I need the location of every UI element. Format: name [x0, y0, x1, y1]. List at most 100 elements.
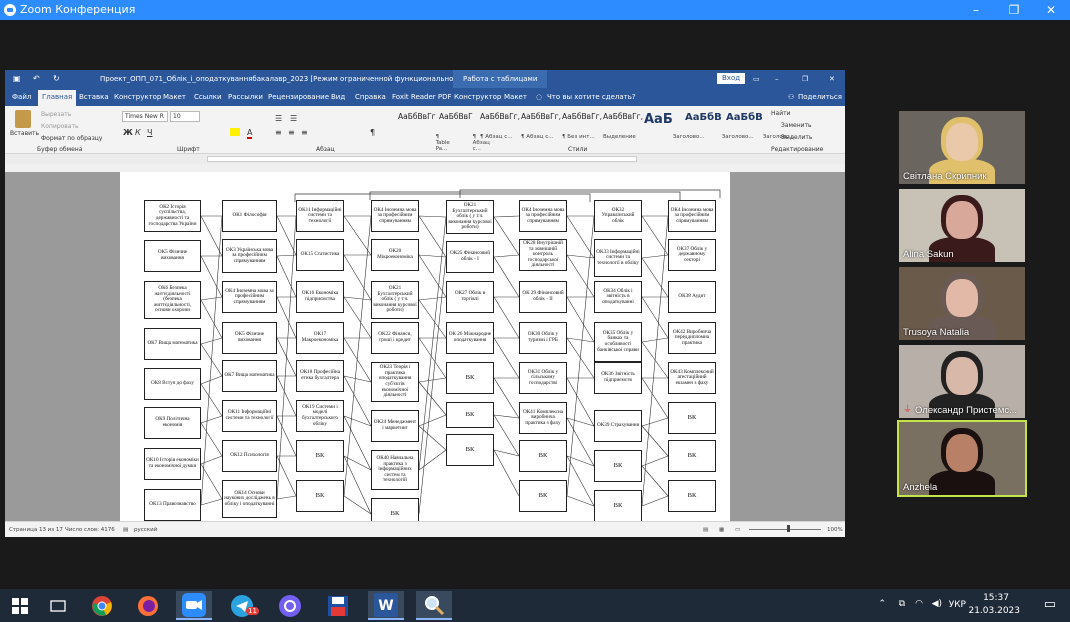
tab-file[interactable]: Файл — [12, 93, 31, 101]
diagram-box[interactable]: ОК16 Економіка підприємства — [296, 281, 344, 313]
diagram-box[interactable]: ОК42 Виробнича переддипломна практика — [668, 322, 716, 354]
network-icon[interactable]: ⧉ — [899, 599, 905, 609]
diagram-box[interactable]: ОК8 Вступ до фаху — [144, 368, 201, 400]
tab-mailings[interactable]: Рассылки — [228, 93, 263, 101]
tell-me-input[interactable]: Что вы хотите сделать? — [547, 93, 636, 101]
clipboard-icon[interactable] — [15, 110, 31, 128]
style-gallery-item[interactable]: АаБбВвГг, ¶ Абзац с... — [480, 112, 520, 142]
diagram-box[interactable]: ОК4 Іноземна мова за професійним спрямув… — [371, 200, 419, 232]
wifi-icon[interactable]: ◠ — [915, 599, 923, 609]
align-center-icon[interactable]: ≡ — [288, 128, 295, 137]
diagram-box[interactable]: ОК7 Вища математика — [144, 328, 201, 360]
diagram-box[interactable]: ОК32 Управлінський облік — [594, 200, 642, 232]
telegram-taskbar-button[interactable]: 11 — [224, 591, 260, 620]
select-button[interactable]: Выделить — [781, 134, 812, 141]
style-gallery-item[interactable]: АаБбВвГ ¶ Абзац с... — [439, 112, 490, 152]
diagram-box[interactable]: ОК4 Іноземна мова за професійним спрямув… — [222, 281, 277, 313]
diagram-box[interactable]: ВК — [446, 434, 494, 466]
diagram-box[interactable]: ОК43 Комплексний атестаційний екзамен з … — [668, 362, 716, 394]
viber-taskbar-button[interactable] — [272, 591, 308, 620]
diagram-box[interactable]: ОК 29 Фінансовий облік - ІІ — [519, 281, 567, 313]
diagram-box[interactable]: ОК31 Облік у сільському господарстві — [519, 362, 567, 394]
clock-date[interactable]: 21.03.2023 — [968, 606, 1020, 616]
diagram-box[interactable]: ОК10 Історія економіки та економічної ду… — [144, 448, 201, 480]
diagram-box[interactable]: ОК12 Психологія — [222, 440, 277, 472]
diagram-box[interactable]: ОК3 Українська мова за професійним спрям… — [222, 239, 277, 273]
word-count[interactable]: Число слов: 4176 — [65, 527, 115, 533]
tab-help[interactable]: Справка — [355, 93, 386, 101]
search-app-taskbar-button[interactable] — [416, 591, 452, 620]
tab-view[interactable]: Вид — [331, 93, 345, 101]
diagram-box[interactable]: ОК21 Бухгалтерський облік ( у т.ч. викон… — [446, 200, 494, 234]
tab-foxit[interactable]: Foxit Reader PDF — [392, 93, 452, 101]
diagram-box[interactable]: ВК — [446, 362, 494, 394]
diagram-box[interactable]: ВК — [446, 402, 494, 428]
diagram-box[interactable]: ОК20 Мікроекономіка — [371, 239, 419, 271]
chrome-taskbar-button[interactable] — [84, 591, 120, 620]
diagram-box[interactable]: ОК2 Історія суспільства, державності та … — [144, 200, 201, 232]
diagram-box[interactable]: ВК — [519, 480, 567, 512]
undo-icon[interactable]: ↶ — [33, 70, 40, 88]
pilcrow-icon[interactable]: ¶ — [370, 128, 375, 137]
diagram-box[interactable]: ОК15 Статистика — [296, 239, 344, 271]
font-color-icon[interactable]: А — [247, 128, 253, 139]
diagram-box[interactable]: ВК — [594, 490, 642, 521]
participant-tile[interactable]: Alina Sakun — [899, 189, 1025, 262]
zoom-slider[interactable] — [749, 529, 821, 530]
style-gallery-item[interactable]: АаБ Заголово... — [644, 112, 705, 142]
task-view-button[interactable] — [40, 591, 76, 620]
zoom-slider-thumb[interactable] — [787, 525, 790, 532]
save-icon[interactable]: ▣ — [13, 70, 21, 88]
diagram-box[interactable]: ОК39 Страхування — [594, 410, 642, 442]
tab-table-design[interactable]: Конструктор — [454, 93, 501, 101]
diagram-box[interactable]: ОК 26 Міжнародне оподаткування — [446, 322, 494, 354]
style-gallery-item[interactable]: АаБбВвГг, ¶ Без инт... — [562, 112, 602, 142]
diagram-box[interactable]: ОК22 Фінанси, гроші і кредит — [371, 322, 419, 354]
diagram-box[interactable]: ОК36 Звітність підприємств — [594, 362, 642, 394]
zoom-level[interactable]: 100% — [827, 527, 843, 533]
tab-table-layout[interactable]: Макет — [504, 93, 527, 101]
participant-tile[interactable]: Світлана Скрипник — [899, 111, 1025, 184]
diagram-box[interactable]: ОК23 Теорія і практика оподаткування суб… — [371, 362, 419, 402]
diagram-box[interactable]: ОК37 Облік у державному секторі — [668, 239, 716, 271]
replace-button[interactable]: Заменить — [781, 122, 812, 129]
diagram-box[interactable]: ОК7 Вища математика — [222, 360, 277, 392]
italic-icon[interactable]: К — [135, 128, 141, 137]
participant-tile[interactable]: Anzhela — [897, 420, 1027, 497]
tab-insert[interactable]: Вставка — [79, 93, 109, 101]
diagram-box[interactable]: ОК18 Професійна етика бухгалтера — [296, 360, 344, 392]
diagram-box[interactable]: ОК25 Фінансовий облік - І — [446, 241, 494, 273]
notifications-icon[interactable]: ▭ — [1044, 597, 1056, 612]
diagram-box[interactable]: ОК9 Політична економія — [144, 407, 201, 439]
close-icon[interactable]: ✕ — [1041, 0, 1061, 20]
tab-home[interactable]: Главная — [38, 90, 77, 106]
align-left-icon[interactable]: ≡ — [275, 128, 282, 137]
diagram-box[interactable]: ОК4 Іноземна мова за професійним спрямув… — [519, 200, 567, 232]
diagram-box[interactable]: ОК28 Внутрішній та зовнішній контроль го… — [519, 239, 567, 271]
font-name-box[interactable]: Times New R — [122, 111, 168, 122]
volume-icon[interactable]: ◀) — [932, 599, 942, 609]
bullets-icon[interactable]: ☰ — [275, 114, 282, 123]
diagram-box[interactable]: ОК24 Менеджмент і маркетинг — [371, 410, 419, 442]
diagram-box[interactable]: ОК40 Навчальна практика з інформаційних … — [371, 450, 419, 490]
diagram-box[interactable]: ОК4 Іноземна мова за професійним спрямув… — [668, 200, 716, 232]
signin-button[interactable]: Вход — [717, 73, 746, 84]
font-size-box[interactable]: 10 — [170, 111, 200, 122]
word-minimize-icon[interactable]: – — [775, 70, 779, 88]
diagram-box[interactable]: ОК11 Інформаційні системи та технології — [296, 200, 344, 232]
tab-references[interactable]: Ссылки — [194, 93, 222, 101]
zoom-taskbar-button[interactable] — [176, 591, 212, 620]
diagram-box[interactable]: ОК1 Філософія — [222, 200, 277, 232]
find-button[interactable]: Найти — [771, 110, 790, 117]
language-status[interactable]: русский — [134, 527, 157, 533]
format-painter-button[interactable]: Формат по образцу — [41, 135, 102, 142]
diagram-box[interactable]: ОК33 Інформаційні системи та технології … — [594, 239, 642, 277]
diagram-box[interactable]: ОК5 Фізичне виховання — [144, 240, 201, 272]
diagram-box[interactable]: ОК35 Облік у банках та особливості банкі… — [594, 322, 642, 362]
web-layout-icon[interactable]: ▭ — [735, 527, 740, 533]
tray-chevron-icon[interactable]: ⌃ — [878, 599, 886, 609]
align-right-icon[interactable]: ≡ — [301, 128, 308, 137]
redo-icon[interactable]: ↻ — [53, 70, 60, 88]
read-mode-icon[interactable]: ▤ — [703, 527, 708, 533]
diagram-box[interactable]: ОК19 Системи і моделі бухгалтерського об… — [296, 400, 344, 432]
